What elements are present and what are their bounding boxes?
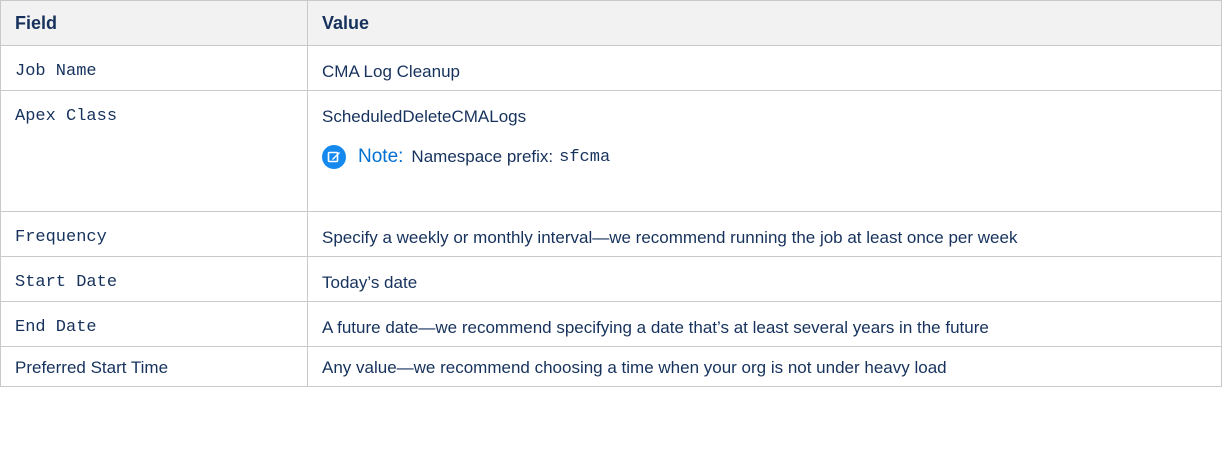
field-preferred-start-time: Preferred Start Time bbox=[15, 358, 169, 377]
field-cell: Frequency bbox=[0, 211, 308, 257]
namespace-note: Note: Namespace prefix: sfcma bbox=[322, 145, 1207, 169]
field-cell: Job Name bbox=[0, 45, 308, 91]
note-label: Note: bbox=[358, 146, 404, 167]
field-job-name: Job Name bbox=[15, 62, 97, 81]
table-row: Preferred Start Time Any value—we recomm… bbox=[0, 346, 1222, 387]
field-cell: Preferred Start Time bbox=[0, 346, 308, 387]
value-cell: Specify a weekly or monthly interval—we … bbox=[307, 211, 1222, 257]
value-cell: CMA Log Cleanup bbox=[307, 45, 1222, 91]
table-row: Frequency Specify a weekly or monthly in… bbox=[0, 211, 1222, 257]
value-start-date: Today’s date bbox=[322, 273, 418, 292]
field-apex-class: Apex Class bbox=[15, 107, 118, 126]
job-settings-table: Field Value Job Name CMA Log Cleanup Ape… bbox=[0, 0, 1222, 387]
value-cell: A future date—we recommend specifying a … bbox=[307, 301, 1222, 347]
column-header-value: Value bbox=[307, 0, 1222, 46]
table-row: Start Date Today’s date bbox=[0, 256, 1222, 302]
value-cell: Any value—we recommend choosing a time w… bbox=[307, 346, 1222, 387]
table-row: End Date A future date—we recommend spec… bbox=[0, 301, 1222, 347]
table-header-row: Field Value bbox=[0, 0, 1222, 46]
value-apex-class: ScheduledDeleteCMALogs bbox=[322, 107, 527, 126]
value-cell: ScheduledDeleteCMALogs Note: Namespace p… bbox=[307, 90, 1222, 212]
field-cell: End Date bbox=[0, 301, 308, 347]
column-header-field: Field bbox=[0, 0, 308, 46]
value-preferred-start-time: Any value—we recommend choosing a time w… bbox=[322, 358, 947, 377]
field-start-date: Start Date bbox=[15, 273, 118, 292]
field-frequency: Frequency bbox=[15, 228, 107, 247]
value-job-name: CMA Log Cleanup bbox=[322, 62, 460, 81]
value-frequency: Specify a weekly or monthly interval—we … bbox=[322, 228, 1018, 247]
value-end-date: A future date—we recommend specifying a … bbox=[322, 318, 989, 337]
edit-note-icon bbox=[322, 145, 346, 169]
note-text: Namespace prefix: bbox=[411, 147, 554, 166]
field-end-date: End Date bbox=[15, 318, 97, 337]
value-cell: Today’s date bbox=[307, 256, 1222, 302]
table-row: Apex Class ScheduledDeleteCMALogs Note: … bbox=[0, 90, 1222, 212]
namespace-prefix-code: sfcma bbox=[559, 147, 611, 167]
field-cell: Start Date bbox=[0, 256, 308, 302]
field-cell: Apex Class bbox=[0, 90, 308, 212]
table-row: Job Name CMA Log Cleanup bbox=[0, 45, 1222, 91]
